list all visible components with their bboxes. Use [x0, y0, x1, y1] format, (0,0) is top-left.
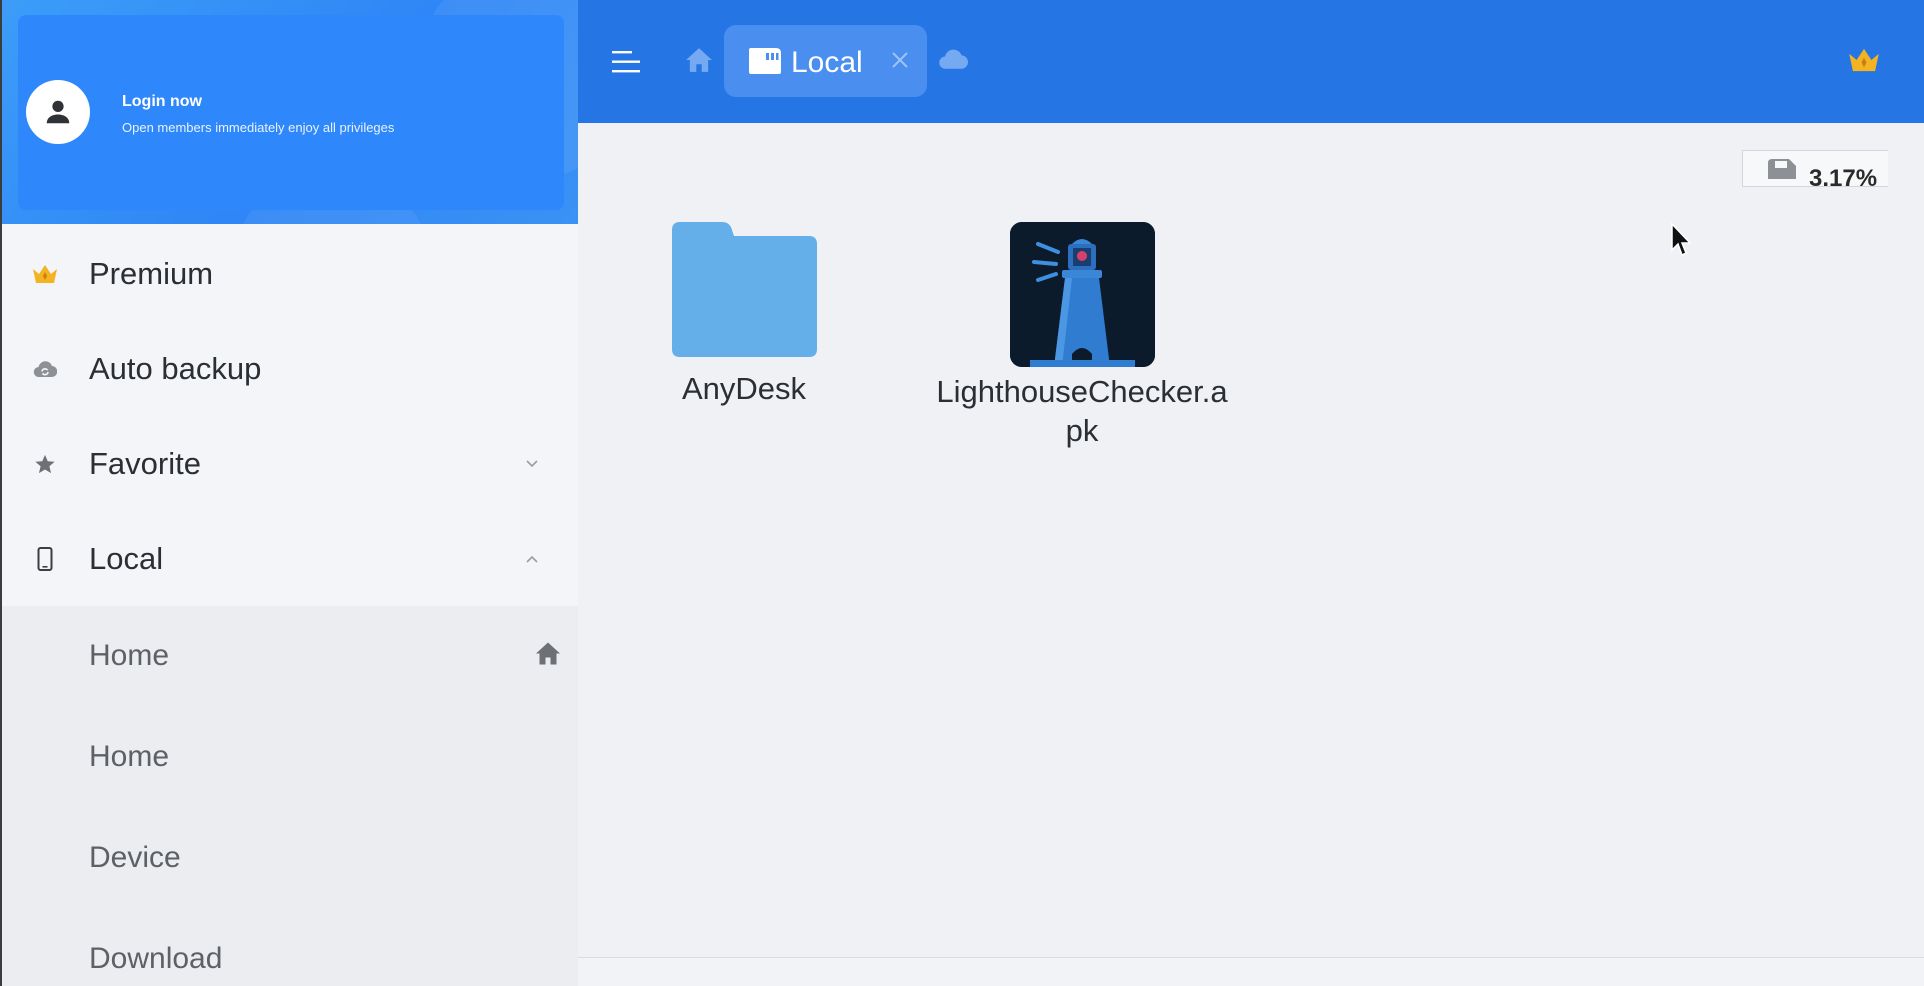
sidebar-item-home[interactable]: Home [2, 606, 578, 706]
crown-icon [32, 261, 58, 287]
local-submenu: Home Home Device Download [2, 606, 578, 986]
sidebar-item-label: Local [89, 540, 164, 576]
sidebar-item-label: Home [89, 639, 170, 672]
app-icon [1009, 222, 1155, 367]
file-name-line1: LighthouseChecker.a [936, 374, 1228, 409]
close-icon[interactable] [890, 50, 910, 75]
home-icon [535, 642, 561, 671]
sidebar-item-label: Device [89, 841, 181, 874]
chevron-up-icon[interactable] [524, 551, 540, 567]
sidebar-item-auto-backup[interactable]: Auto backup [2, 321, 578, 416]
home-tab-icon[interactable] [685, 47, 713, 78]
top-toolbar: Local [578, 0, 1924, 123]
sidebar-item-label: Favorite [89, 445, 201, 481]
mouse-cursor-icon [1670, 222, 1692, 263]
bottom-toolbar [578, 957, 1924, 986]
chevron-down-icon[interactable] [524, 456, 540, 472]
sidebar-item-download[interactable]: Download [2, 909, 578, 986]
file-item-folder[interactable]: AnyDesk [658, 222, 830, 408]
sidebar-item-label: Premium [89, 255, 214, 291]
drawer-header: Login now Open members immediately enjoy… [2, 0, 578, 224]
disk-icon [1765, 157, 1799, 184]
sidebar-item-label: Auto backup [89, 350, 262, 386]
premium-crown-icon[interactable] [1848, 46, 1880, 79]
person-icon [46, 100, 70, 124]
menu-icon[interactable] [610, 48, 642, 76]
storage-usage-badge[interactable]: 3.17% [1742, 150, 1888, 187]
drawer-menu: Premium Auto backup Favorite Local [2, 226, 578, 606]
sidebar-item-home-2[interactable]: Home [2, 707, 578, 807]
file-name-line2: pk [1065, 413, 1099, 448]
sidebar-item-label: Home [89, 740, 170, 773]
folder-icon [671, 222, 817, 357]
tab-local[interactable]: Local [724, 25, 927, 97]
sidebar-item-premium[interactable]: Premium [2, 226, 578, 321]
avatar[interactable] [26, 80, 90, 144]
tab-label: Local [791, 46, 863, 79]
sd-card-icon [748, 47, 782, 80]
sidebar-item-label: Download [89, 942, 223, 975]
login-subtitle: Open members immediately enjoy all privi… [122, 120, 395, 135]
sidebar-item-local[interactable]: Local [2, 511, 578, 606]
cloud-tab-icon[interactable] [938, 48, 968, 75]
navigation-drawer: Login now Open members immediately enjoy… [0, 0, 578, 986]
file-item-apk[interactable]: LighthouseChecker.a pk [918, 222, 1246, 450]
login-card[interactable]: Login now Open members immediately enjoy… [18, 15, 564, 210]
file-name: AnyDesk [681, 371, 807, 406]
phone-icon [32, 546, 58, 572]
cloud-sync-icon [32, 356, 58, 382]
sidebar-item-device[interactable]: Device [2, 808, 578, 908]
sidebar-item-favorite[interactable]: Favorite [2, 416, 578, 511]
storage-percent: 3.17% [1809, 165, 1878, 187]
lighthouse-icon [1009, 222, 1155, 367]
login-title[interactable]: Login now [122, 93, 202, 111]
star-icon [32, 451, 58, 477]
